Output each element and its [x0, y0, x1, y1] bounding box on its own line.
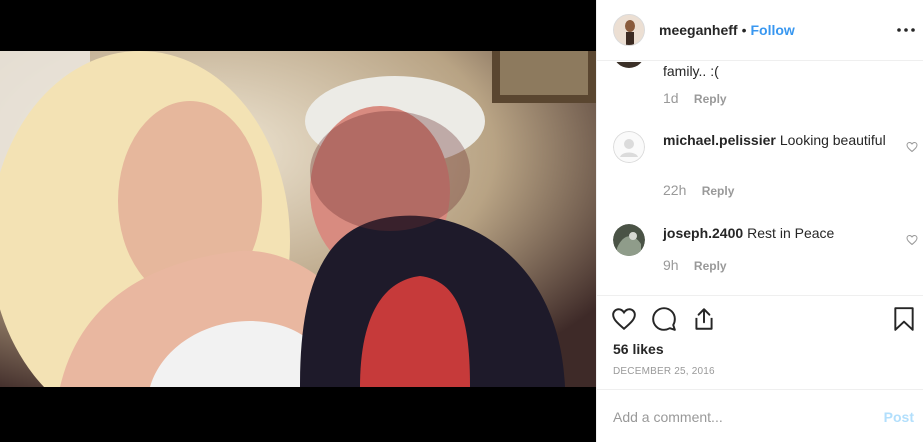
comment-message: family.. :(	[663, 63, 719, 79]
default-avatar-icon	[613, 131, 645, 163]
comment-meta: 22h Reply	[663, 182, 734, 198]
comment-meta: 1d Reply	[663, 90, 727, 106]
comment-username[interactable]: joseph.2400	[663, 225, 743, 241]
comment-meta: 9h Reply	[663, 257, 727, 273]
comment-message: Rest in Peace	[747, 225, 835, 241]
comment-text: family.. :(	[663, 62, 899, 80]
avatar-image	[613, 62, 645, 68]
bookmark-icon[interactable]	[891, 306, 917, 332]
reply-button[interactable]: Reply	[694, 259, 727, 273]
comment-avatar[interactable]	[613, 224, 645, 256]
comment-time[interactable]: 22h	[663, 182, 686, 198]
comment-avatar[interactable]	[613, 62, 645, 68]
comment-text: michael.pelissier Looking beautiful	[663, 131, 899, 149]
post-photo[interactable]	[0, 51, 596, 387]
comments-list[interactable]: family.. :( 1d Reply michael.pelissier Lo…	[597, 62, 923, 294]
like-comment-heart-icon[interactable]	[906, 233, 920, 247]
follow-button[interactable]: Follow	[750, 22, 794, 38]
heart-outline-svg	[906, 141, 918, 153]
comment-bubble-icon[interactable]	[651, 306, 677, 332]
share-svg	[695, 308, 713, 330]
post-date[interactable]: DECEMBER 25, 2016	[613, 366, 715, 377]
add-comment-input[interactable]	[613, 408, 863, 426]
like-comment-heart-icon[interactable]	[906, 140, 920, 154]
separator-dot: •	[741, 22, 747, 38]
comment-text: joseph.2400 Rest in Peace	[663, 224, 899, 242]
comment-time[interactable]: 9h	[663, 257, 679, 273]
media-pane	[0, 0, 596, 442]
more-dots-svg	[897, 28, 915, 32]
photo-illustration	[0, 51, 596, 387]
author-avatar[interactable]	[613, 14, 645, 46]
reply-button[interactable]: Reply	[694, 92, 727, 106]
comment-avatar[interactable]	[613, 131, 645, 163]
heart-svg	[612, 308, 636, 331]
comment-time[interactable]: 1d	[663, 90, 679, 106]
comment-svg	[652, 307, 676, 331]
comment-username[interactable]: michael.pelissier	[663, 132, 776, 148]
reply-button[interactable]: Reply	[702, 184, 735, 198]
avatar-image	[613, 224, 645, 256]
comment-message: Looking beautiful	[779, 132, 886, 148]
avatar-image	[614, 15, 644, 45]
author-username[interactable]: meeganheff	[659, 22, 738, 38]
likes-count[interactable]: 56 likes	[613, 341, 664, 357]
like-heart-icon[interactable]	[611, 306, 637, 332]
post-actions: 56 likes DECEMBER 25, 2016	[597, 295, 923, 388]
add-comment-section: Post	[597, 389, 923, 442]
post-header: meeganheff • Follow	[597, 0, 923, 61]
share-icon[interactable]	[691, 306, 717, 332]
bookmark-svg	[894, 307, 914, 331]
side-pane: meeganheff • Follow family.. :( 1d Reply…	[596, 0, 923, 442]
heart-outline-svg	[906, 234, 918, 246]
post-comment-button[interactable]: Post	[884, 409, 914, 425]
more-options-icon[interactable]	[896, 20, 916, 40]
